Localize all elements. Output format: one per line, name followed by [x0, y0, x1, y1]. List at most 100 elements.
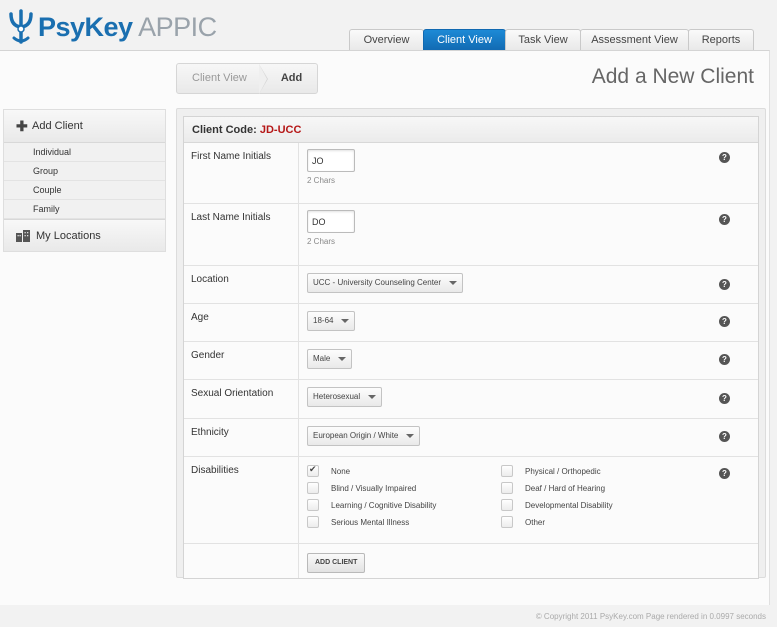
page-title: Add a New Client — [591, 65, 754, 88]
checkbox-blind-visually-impaired[interactable]: Blind / Visually Impaired — [307, 482, 501, 494]
location-select-value: UCC - University Counseling Center — [313, 278, 442, 287]
checkbox-label: Serious Mental Illness — [331, 517, 410, 527]
app-logo[interactable]: PsyKey APPIC — [8, 8, 217, 46]
checkbox-label: None — [331, 466, 351, 476]
chevron-down-icon — [368, 394, 377, 399]
checkbox-learning-cognitive[interactable]: Learning / Cognitive Disability — [307, 499, 501, 511]
help-icon[interactable]: ? — [719, 152, 730, 163]
add-client-form: Client Code: JD-UCC First Name Initials … — [183, 116, 759, 579]
sidebar-item-individual[interactable]: Individual — [4, 143, 165, 162]
form-panel: Client Code: JD-UCC First Name Initials … — [176, 108, 766, 579]
last-name-label: Last Name Initials — [184, 204, 299, 265]
client-code-value: JD-UCC — [259, 124, 302, 136]
checkbox-label: Deaf / Hard of Hearing — [525, 483, 606, 493]
checkbox-label: Learning / Cognitive Disability — [331, 500, 437, 510]
sidebar-add-client[interactable]: ✚ Add Client — [4, 110, 165, 143]
first-name-hint: 2 Chars — [307, 176, 336, 185]
row-ethnicity: Ethnicity European Origin / White ? — [184, 419, 758, 457]
main-tabs: Overview Client View Task View Assessmen… — [349, 29, 754, 51]
help-icon[interactable]: ? — [719, 214, 730, 225]
help-icon[interactable]: ? — [719, 468, 730, 479]
disabilities-label: Disabilities — [184, 457, 299, 543]
breadcrumb-add: Add — [280, 72, 303, 84]
sidebar-my-locations-label: My Locations — [36, 229, 101, 242]
checkbox-deaf-hard-of-hearing[interactable]: Deaf / Hard of Hearing — [501, 482, 641, 494]
row-submit: ADD CLIENT — [184, 544, 758, 578]
help-icon[interactable]: ? — [719, 279, 730, 290]
tab-overview[interactable]: Overview — [349, 29, 424, 51]
chevron-down-icon — [338, 356, 347, 361]
sidebar-item-family[interactable]: Family — [4, 200, 165, 219]
psi-logo-icon — [9, 9, 33, 44]
checkbox-other[interactable]: Other — [501, 516, 641, 528]
last-name-input[interactable] — [307, 210, 355, 233]
checkbox-unchecked[interactable] — [307, 516, 319, 528]
checkbox-none[interactable]: None — [307, 464, 501, 477]
row-sexual-orientation: Sexual Orientation Heterosexual ? — [184, 380, 758, 419]
tab-task-view[interactable]: Task View — [505, 29, 581, 51]
checkbox-unchecked[interactable] — [501, 465, 513, 477]
age-select-value: 18-64 — [313, 316, 334, 325]
plus-icon: ✚ — [16, 117, 28, 134]
location-label: Location — [184, 266, 299, 303]
chevron-down-icon — [449, 280, 458, 285]
sexual-orientation-select[interactable]: Heterosexual — [307, 386, 383, 407]
disabilities-checklist: None Physical / Orthopedic Blind / Visua… — [307, 464, 758, 528]
ethnicity-select-value: European Origin / White — [313, 431, 399, 440]
checkbox-serious-mental-illness[interactable]: Serious Mental Illness — [307, 516, 501, 528]
gender-select[interactable]: Male — [307, 348, 353, 369]
building-icon — [16, 229, 30, 242]
checkbox-checked[interactable] — [307, 464, 319, 477]
client-code-header: Client Code: JD-UCC — [184, 117, 758, 143]
checkbox-label: Other — [525, 517, 546, 527]
checkbox-label: Developmental Disability — [525, 500, 613, 510]
sidebar-item-group[interactable]: Group — [4, 162, 165, 181]
ethnicity-label: Ethnicity — [184, 419, 299, 456]
checkbox-label: Blind / Visually Impaired — [331, 483, 417, 493]
first-name-label: First Name Initials — [184, 143, 299, 203]
row-last-name: Last Name Initials 2 Chars ? — [184, 204, 758, 266]
checkbox-unchecked[interactable] — [307, 482, 319, 494]
help-icon[interactable]: ? — [719, 393, 730, 404]
chevron-down-icon — [406, 433, 415, 438]
breadcrumb-client-view[interactable]: Client View — [177, 64, 268, 94]
submit-spacer — [184, 544, 299, 578]
row-disabilities: Disabilities None Physical / Orthopedic … — [184, 457, 758, 544]
add-client-button[interactable]: ADD CLIENT — [307, 552, 366, 573]
checkbox-unchecked[interactable] — [501, 499, 513, 511]
footer-copyright: © Copyright 2011 PsyKey.com Page rendere… — [535, 612, 766, 621]
age-label: Age — [184, 304, 299, 341]
sidebar-item-couple[interactable]: Couple — [4, 181, 165, 200]
sexual-orientation-label: Sexual Orientation — [184, 380, 299, 418]
sexual-orientation-select-value: Heterosexual — [313, 392, 361, 401]
sidebar-my-locations[interactable]: My Locations — [4, 219, 165, 251]
location-select[interactable]: UCC - University Counseling Center — [307, 272, 464, 293]
gender-select-value: Male — [313, 354, 331, 363]
first-name-input[interactable] — [307, 149, 355, 172]
client-code-label: Client Code: — [192, 124, 257, 136]
checkbox-unchecked[interactable] — [501, 482, 513, 494]
tab-client-view[interactable]: Client View — [423, 29, 506, 51]
row-first-name: First Name Initials 2 Chars ? — [184, 143, 758, 204]
help-icon[interactable]: ? — [719, 354, 730, 365]
header: PsyKey APPIC Overview Client View Task V… — [0, 0, 777, 51]
help-icon[interactable]: ? — [719, 431, 730, 442]
gender-label: Gender — [184, 342, 299, 379]
chevron-down-icon — [341, 318, 350, 323]
row-gender: Gender Male ? — [184, 342, 758, 380]
breadcrumb: Client View Add — [176, 63, 319, 94]
checkbox-unchecked[interactable] — [307, 499, 319, 511]
checkbox-unchecked[interactable] — [501, 516, 513, 528]
ethnicity-select[interactable]: European Origin / White — [307, 425, 421, 446]
tab-assessment-view[interactable]: Assessment View — [580, 29, 689, 51]
tab-reports[interactable]: Reports — [688, 29, 754, 51]
app-title-secondary: APPIC — [138, 11, 217, 42]
checkbox-developmental[interactable]: Developmental Disability — [501, 499, 641, 511]
app-title-primary: PsyKey — [38, 11, 133, 42]
sidebar: ✚ Add Client Individual Group Couple Fam… — [3, 109, 166, 252]
app-title: PsyKey APPIC — [38, 12, 217, 43]
row-location: Location UCC - University Counseling Cen… — [184, 266, 758, 304]
checkbox-physical-orthopedic[interactable]: Physical / Orthopedic — [501, 465, 641, 477]
age-select[interactable]: 18-64 — [307, 310, 356, 331]
help-icon[interactable]: ? — [719, 316, 730, 327]
